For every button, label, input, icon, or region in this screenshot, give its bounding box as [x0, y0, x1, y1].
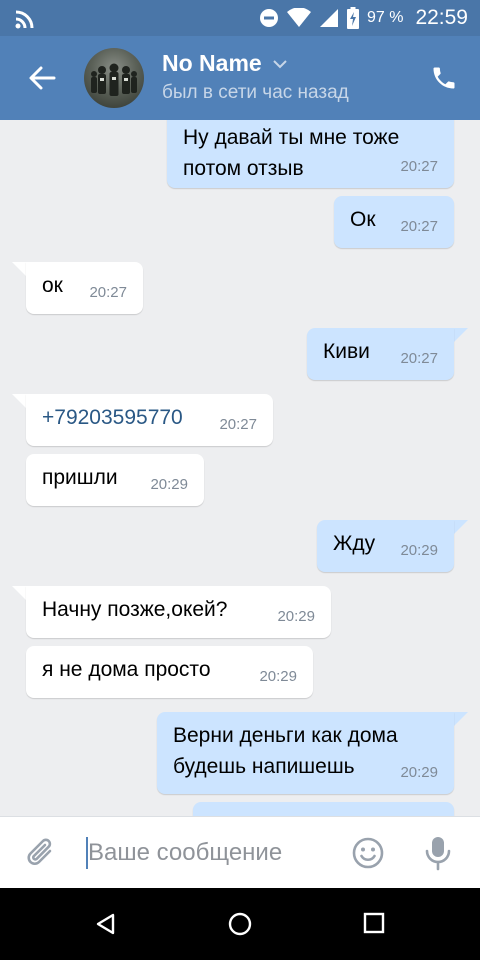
home-circle-icon[interactable]	[228, 912, 252, 936]
message-time: 20:27	[400, 158, 438, 175]
emoji-icon[interactable]	[352, 837, 384, 869]
chat-header: No Name был в сети час назад	[0, 36, 480, 120]
avatar[interactable]	[84, 48, 144, 108]
message-time: 20:29	[400, 542, 438, 559]
message-bubble-incoming[interactable]: +79203595770 20:27	[26, 394, 273, 446]
chevron-down-icon[interactable]	[272, 58, 288, 70]
message-time: 20:29	[277, 608, 315, 625]
bubble-tail	[12, 394, 26, 408]
message-bubble-outgoing[interactable]: Жду 20:29	[317, 520, 454, 572]
message-time: 20:27	[400, 350, 438, 367]
battery-percent: 97 %	[366, 9, 404, 26]
message-time: 20:27	[89, 284, 127, 301]
message-input[interactable]: Ваше сообщение	[88, 837, 282, 869]
message-bubble-outgoing[interactable]: Ну давай ты мне тоже потом отзыв 20:27	[167, 120, 454, 188]
message-bubble-incoming[interactable]: пришли 20:29	[26, 454, 204, 506]
message-time: 20:29	[400, 764, 438, 781]
system-nav-bar	[0, 888, 480, 960]
phone-icon[interactable]	[430, 64, 458, 92]
bubble-tail	[454, 328, 468, 342]
wifi-icon	[15, 10, 34, 29]
cell-signal-icon	[319, 9, 338, 27]
contact-name[interactable]: No Name	[162, 50, 262, 77]
message-bubble-incoming[interactable]: Начну позже,окей? 20:29	[26, 586, 331, 638]
message-time: 20:27	[219, 416, 257, 433]
recents-square-icon[interactable]	[363, 912, 385, 934]
back-arrow-icon[interactable]	[28, 64, 56, 92]
message-bubble-incoming[interactable]: я не дома просто 20:29	[26, 646, 313, 698]
message-bubble-outgoing[interactable]	[193, 802, 454, 816]
bubble-tail	[12, 586, 26, 600]
last-seen-status: был в сети час назад	[162, 82, 349, 103]
wifi-signal-icon	[286, 8, 311, 27]
bubble-tail	[454, 520, 468, 534]
message-time: 20:29	[150, 476, 188, 493]
dnd-icon	[259, 9, 278, 27]
message-time: 20:29	[259, 668, 297, 685]
message-composer: Ваше сообщение	[0, 816, 480, 888]
bubble-tail	[12, 262, 26, 276]
clock: 22:59	[415, 6, 468, 29]
message-bubble-incoming[interactable]: ок 20:27	[26, 262, 143, 314]
message-bubble-outgoing[interactable]: Ок 20:27	[334, 196, 454, 248]
message-bubble-outgoing[interactable]: Киви 20:27	[307, 328, 454, 380]
message-bubble-outgoing[interactable]: Верни деньги как дома будешь напишешь 20…	[157, 712, 454, 794]
message-list[interactable]: Ну давай ты мне тоже потом отзыв 20:27 О…	[0, 120, 480, 816]
back-triangle-icon[interactable]	[94, 912, 118, 936]
bubble-tail	[454, 712, 468, 726]
microphone-icon[interactable]	[424, 835, 452, 871]
battery-icon	[346, 7, 359, 29]
message-text: Начну позже,окей?	[42, 598, 228, 621]
message-time: 20:27	[400, 218, 438, 235]
status-bar: 97 % 22:59	[0, 0, 480, 36]
paperclip-icon[interactable]	[26, 837, 58, 869]
